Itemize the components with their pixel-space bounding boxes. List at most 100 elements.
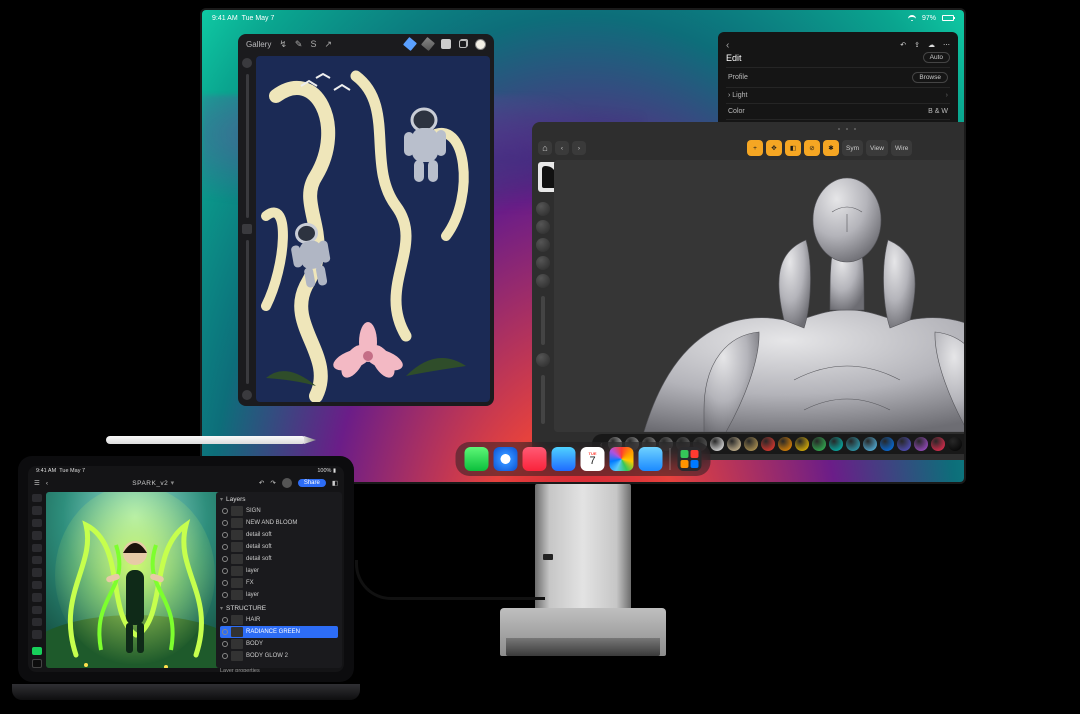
select-tool-icon[interactable] <box>32 506 42 514</box>
visibility-icon[interactable] <box>222 556 228 562</box>
text-tool-icon[interactable] <box>32 593 42 601</box>
brush-preset[interactable] <box>897 437 911 451</box>
browse-button[interactable]: Browse <box>912 72 948 83</box>
layer-row[interactable]: layer <box>220 565 338 577</box>
gallery-button[interactable]: Gallery <box>246 40 271 49</box>
share-icon[interactable]: ⇪ <box>914 41 920 49</box>
dock-app-calendar[interactable]: TUE7 <box>581 447 605 471</box>
brush-preset[interactable] <box>880 437 894 451</box>
brush-preset[interactable] <box>931 437 945 451</box>
brush-preset[interactable] <box>914 437 928 451</box>
dock-app-files[interactable] <box>639 447 663 471</box>
sculpt-grabber[interactable] <box>532 122 966 136</box>
history-back-icon[interactable]: ‹ <box>555 141 569 155</box>
layer-row[interactable]: RADIANCE GREEN <box>220 626 338 638</box>
dock-app-photos[interactable] <box>610 447 634 471</box>
foreground-swatch[interactable] <box>32 647 42 655</box>
select-icon[interactable]: S <box>310 39 316 49</box>
visibility-icon[interactable] <box>222 617 228 623</box>
share-button[interactable]: Share <box>298 479 326 487</box>
tool-slot[interactable] <box>536 220 550 234</box>
chevron-down-icon[interactable]: ▾ <box>171 480 175 487</box>
transform-icon[interactable]: ↗ <box>324 39 332 50</box>
chevron-right-icon[interactable]: › <box>946 92 948 99</box>
brush-preset[interactable] <box>863 437 877 451</box>
home-icon[interactable]: ⌂ <box>538 141 552 155</box>
brush-preset[interactable] <box>846 437 860 451</box>
smudge-icon[interactable] <box>421 37 435 51</box>
brush-preset[interactable] <box>710 437 724 451</box>
brush-size-slider[interactable] <box>246 74 249 218</box>
dock-app-messages[interactable] <box>465 447 489 471</box>
lasso-tool-icon[interactable] <box>32 519 42 527</box>
brush-preset[interactable] <box>761 437 775 451</box>
back-icon[interactable]: ‹ <box>46 480 48 487</box>
link-button[interactable]: ⊘ <box>804 140 820 156</box>
tool-slot[interactable] <box>536 256 550 270</box>
visibility-icon[interactable] <box>222 629 228 635</box>
layer-row[interactable]: FX <box>220 577 338 589</box>
zoom-tool-icon[interactable] <box>32 630 42 638</box>
shape-tool-icon[interactable] <box>32 606 42 614</box>
avatar[interactable] <box>282 478 292 488</box>
dock-app-mail[interactable] <box>552 447 576 471</box>
color-icon[interactable] <box>475 39 486 50</box>
more-icon[interactable]: ⋯ <box>943 41 950 49</box>
undo-icon[interactable]: ↶ <box>259 479 264 487</box>
visibility-icon[interactable] <box>222 641 228 647</box>
brush-preset[interactable] <box>744 437 758 451</box>
layer-row[interactable]: SIGN <box>220 505 338 517</box>
opacity-slider[interactable] <box>246 240 249 384</box>
add-button[interactable]: + <box>747 140 763 156</box>
tool-slot[interactable] <box>536 353 550 367</box>
modify-icon[interactable]: ↯ <box>279 39 287 50</box>
dock-app-safari[interactable] <box>494 447 518 471</box>
layer-row[interactable]: layer <box>220 589 338 601</box>
gizmo-button[interactable]: ✥ <box>766 140 782 156</box>
sculpt-app-window[interactable]: ⌂ ‹ › + ✥ ◧ ⊘ ✱ Sym View Wire ▣ ⚙ ≡ ☼ ⋯ <box>532 122 966 460</box>
background-swatch[interactable] <box>32 659 42 668</box>
layer-row[interactable]: detail soft <box>220 541 338 553</box>
back-icon[interactable]: ‹ <box>726 40 729 51</box>
brush-preset[interactable] <box>948 437 962 451</box>
modifier-button[interactable] <box>242 224 252 234</box>
edit-row-value[interactable]: B & W <box>928 108 948 115</box>
visibility-icon[interactable] <box>222 568 228 574</box>
dock-app-music[interactable] <box>523 447 547 471</box>
crop-tool-icon[interactable] <box>32 531 42 539</box>
cloud-icon[interactable]: ☁︎ <box>928 41 935 49</box>
hand-tool-icon[interactable] <box>32 618 42 626</box>
adjust-icon[interactable]: ✎ <box>295 39 303 50</box>
tool-slot[interactable] <box>536 238 550 252</box>
redo-icon[interactable]: ↷ <box>270 479 275 487</box>
brush-tool-icon[interactable] <box>32 544 42 552</box>
eraser-icon[interactable] <box>441 39 451 49</box>
edit-row-color[interactable]: ColorB & W <box>726 103 950 119</box>
tool-slot[interactable] <box>536 274 550 288</box>
chevron-right-icon[interactable]: › <box>965 440 966 449</box>
history-forward-icon[interactable]: › <box>572 141 586 155</box>
layer-row[interactable]: detail soft <box>220 553 338 565</box>
visibility-icon[interactable] <box>222 580 228 586</box>
move-tool-icon[interactable] <box>32 494 42 502</box>
visibility-icon[interactable] <box>222 544 228 550</box>
brush-preset[interactable] <box>812 437 826 451</box>
edit-row-light[interactable]: › Light› <box>726 87 950 103</box>
edit-row-profile[interactable]: ProfileBrowse <box>726 67 950 87</box>
ipad-artwork[interactable] <box>46 492 224 668</box>
visibility-icon[interactable] <box>222 653 228 659</box>
opacity-handle[interactable] <box>242 390 252 400</box>
fill-tool-icon[interactable] <box>32 568 42 576</box>
auto-button[interactable]: Auto <box>923 52 950 63</box>
visibility-icon[interactable] <box>222 532 228 538</box>
visibility-icon[interactable] <box>222 508 228 514</box>
intensity-slider[interactable] <box>541 375 545 424</box>
brush-size-handle[interactable] <box>242 58 252 68</box>
visibility-icon[interactable] <box>222 592 228 598</box>
draw-canvas[interactable] <box>256 56 490 402</box>
wire-button[interactable]: Wire <box>891 140 912 156</box>
layers-icon[interactable] <box>459 40 467 48</box>
layer-row[interactable]: NEW AND BLOOM <box>220 517 338 529</box>
dock-app-appswitcher[interactable] <box>678 447 702 471</box>
layer-row[interactable]: detail soft <box>220 529 338 541</box>
